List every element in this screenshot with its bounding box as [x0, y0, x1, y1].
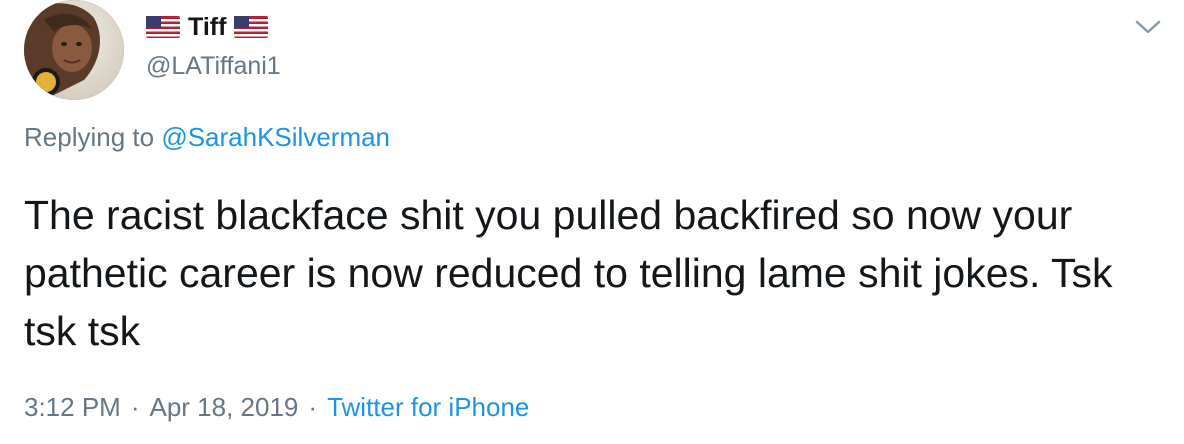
reply-to-handle-link[interactable]: @SarahKSilverman: [161, 122, 390, 152]
us-flag-icon: [146, 16, 180, 38]
user-handle[interactable]: @LATiffani1: [146, 52, 281, 81]
chevron-down-icon[interactable]: [1134, 18, 1162, 36]
replying-prefix: Replying to: [24, 122, 155, 152]
tweet-source-link[interactable]: Twitter for iPhone: [327, 392, 529, 423]
tweet-card: Tiff @LATiffani1 Replying to @SarahKSilv…: [0, 0, 1184, 444]
tweet-meta: 3:12 PM · Apr 18, 2019 · Twitter for iPh…: [24, 392, 529, 423]
user-avatar[interactable]: [24, 0, 124, 100]
meta-separator: ·: [308, 392, 318, 422]
avatar-image: [24, 0, 124, 100]
tweet-text: The racist blackface shit you pulled bac…: [24, 192, 1113, 354]
tweet-time[interactable]: 3:12 PM: [24, 392, 121, 423]
meta-separator: ·: [130, 392, 140, 422]
display-name[interactable]: Tiff: [188, 13, 226, 42]
replying-to-line: Replying to @SarahKSilverman: [24, 122, 390, 153]
name-row: Tiff: [146, 10, 269, 44]
us-flag-icon: [234, 16, 269, 38]
tweet-date[interactable]: Apr 18, 2019: [150, 392, 299, 423]
